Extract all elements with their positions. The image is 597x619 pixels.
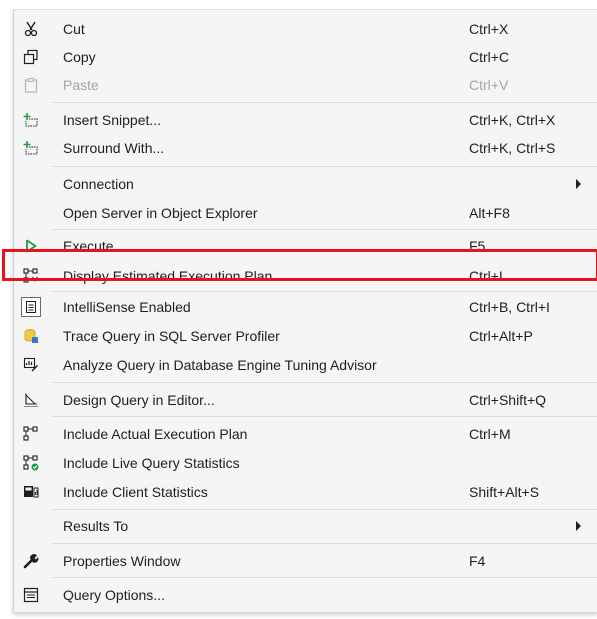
menu-separator	[52, 102, 597, 103]
surround-with-icon	[22, 139, 40, 157]
menu-item-label: Include Live Query Statistics	[63, 455, 240, 471]
menu-item-shortcut: Alt+F8	[469, 205, 510, 221]
menu-item-display-estimated-execution-plan[interactable]: Display Estimated Execution Plan Ctrl+L	[14, 262, 597, 290]
menu-item-design-query-in-editor[interactable]: Design Query in Editor... Ctrl+Shift+Q	[14, 386, 597, 414]
menu-separator	[52, 509, 597, 510]
context-menu: Cut Ctrl+X Copy Ctrl+C Paste Ctrl+V Inse…	[13, 9, 597, 612]
menu-item-surround-with[interactable]: Surround With... Ctrl+K, Ctrl+S	[14, 134, 597, 162]
menu-item-shortcut: Ctrl+K, Ctrl+S	[469, 140, 556, 156]
menu-separator	[52, 416, 597, 417]
menu-item-label: IntelliSense Enabled	[63, 299, 191, 315]
menu-separator	[52, 382, 597, 383]
menu-item-label: Cut	[63, 21, 85, 37]
menu-separator	[52, 229, 597, 230]
menu-item-copy[interactable]: Copy Ctrl+C	[14, 43, 597, 71]
copy-icon	[22, 48, 40, 66]
menu-item-insert-snippet[interactable]: Insert Snippet... Ctrl+K, Ctrl+X	[14, 106, 597, 134]
menu-item-label: Open Server in Object Explorer	[63, 205, 258, 221]
client-stats-icon	[22, 483, 40, 501]
menu-item-shortcut: Ctrl+L	[469, 268, 507, 284]
menu-item-label: Execute	[63, 238, 114, 254]
menu-item-shortcut: Shift+Alt+S	[469, 484, 540, 500]
menu-item-shortcut: Ctrl+C	[469, 49, 510, 65]
menu-item-include-live-query-statistics[interactable]: Include Live Query Statistics	[14, 449, 597, 477]
play-icon	[22, 237, 40, 255]
menu-item-label: Surround With...	[63, 140, 165, 156]
menu-separator	[52, 577, 597, 578]
menu-item-intellisense-enabled[interactable]: IntelliSense Enabled Ctrl+B, Ctrl+I	[14, 293, 597, 321]
menu-separator	[52, 166, 597, 167]
menu-item-label: Display Estimated Execution Plan	[63, 268, 273, 284]
menu-item-connection[interactable]: Connection	[14, 170, 597, 198]
menu-item-include-actual-execution-plan[interactable]: Include Actual Execution Plan Ctrl+M	[14, 420, 597, 448]
menu-separator	[52, 291, 597, 292]
menu-item-label: Design Query in Editor...	[63, 392, 215, 408]
menu-item-shortcut: F4	[469, 553, 486, 569]
menu-item-include-client-statistics[interactable]: Include Client Statistics Shift+Alt+S	[14, 478, 597, 506]
menu-item-label: Analyze Query in Database Engine Tuning …	[63, 357, 377, 373]
menu-item-query-options[interactable]: Query Options...	[14, 581, 597, 609]
design-query-icon	[22, 391, 40, 409]
intellisense-icon	[21, 297, 41, 317]
menu-item-shortcut: Ctrl+V	[469, 77, 509, 93]
paste-icon	[22, 76, 40, 94]
menu-item-label: Include Actual Execution Plan	[63, 426, 248, 442]
tuning-advisor-icon	[22, 356, 40, 374]
menu-item-label: Include Client Statistics	[63, 484, 208, 500]
menu-item-properties-window[interactable]: Properties Window F4	[14, 547, 597, 575]
menu-item-shortcut: F5	[469, 238, 486, 254]
menu-item-analyze-query-tuning-advisor[interactable]: Analyze Query in Database Engine Tuning …	[14, 351, 597, 379]
execution-plan-icon	[22, 267, 40, 285]
menu-item-label: Connection	[63, 176, 134, 192]
menu-item-label: Trace Query in SQL Server Profiler	[63, 328, 280, 344]
profiler-icon	[22, 327, 40, 345]
menu-item-label: Insert Snippet...	[63, 112, 162, 128]
menu-item-shortcut: Ctrl+B, Ctrl+I	[469, 299, 550, 315]
menu-item-shortcut: Ctrl+Alt+P	[469, 328, 533, 344]
live-stats-icon	[22, 454, 40, 472]
menu-item-label: Properties Window	[63, 553, 181, 569]
wrench-icon	[22, 552, 40, 570]
menu-item-label: Paste	[63, 77, 99, 93]
menu-item-label: Query Options...	[63, 587, 165, 603]
menu-item-shortcut: Ctrl+M	[469, 426, 511, 442]
submenu-arrow-icon	[576, 521, 581, 531]
actual-plan-icon	[22, 425, 40, 443]
menu-item-shortcut: Ctrl+K, Ctrl+X	[469, 112, 556, 128]
menu-item-shortcut: Ctrl+Shift+Q	[469, 392, 547, 408]
menu-separator	[52, 543, 597, 544]
query-options-icon	[22, 586, 40, 604]
menu-item-open-server-object-explorer[interactable]: Open Server in Object Explorer Alt+F8	[14, 199, 597, 227]
menu-item-trace-query-profiler[interactable]: Trace Query in SQL Server Profiler Ctrl+…	[14, 322, 597, 350]
menu-item-results-to[interactable]: Results To	[14, 512, 597, 540]
menu-item-label: Results To	[63, 518, 129, 534]
menu-item-cut[interactable]: Cut Ctrl+X	[14, 15, 597, 43]
menu-item-label: Copy	[63, 49, 96, 65]
menu-item-paste[interactable]: Paste Ctrl+V	[14, 71, 597, 99]
scissors-icon	[22, 20, 40, 38]
submenu-arrow-icon	[576, 179, 581, 189]
menu-item-shortcut: Ctrl+X	[469, 21, 509, 37]
insert-snippet-icon	[22, 111, 40, 129]
menu-item-execute[interactable]: Execute F5	[14, 232, 597, 260]
